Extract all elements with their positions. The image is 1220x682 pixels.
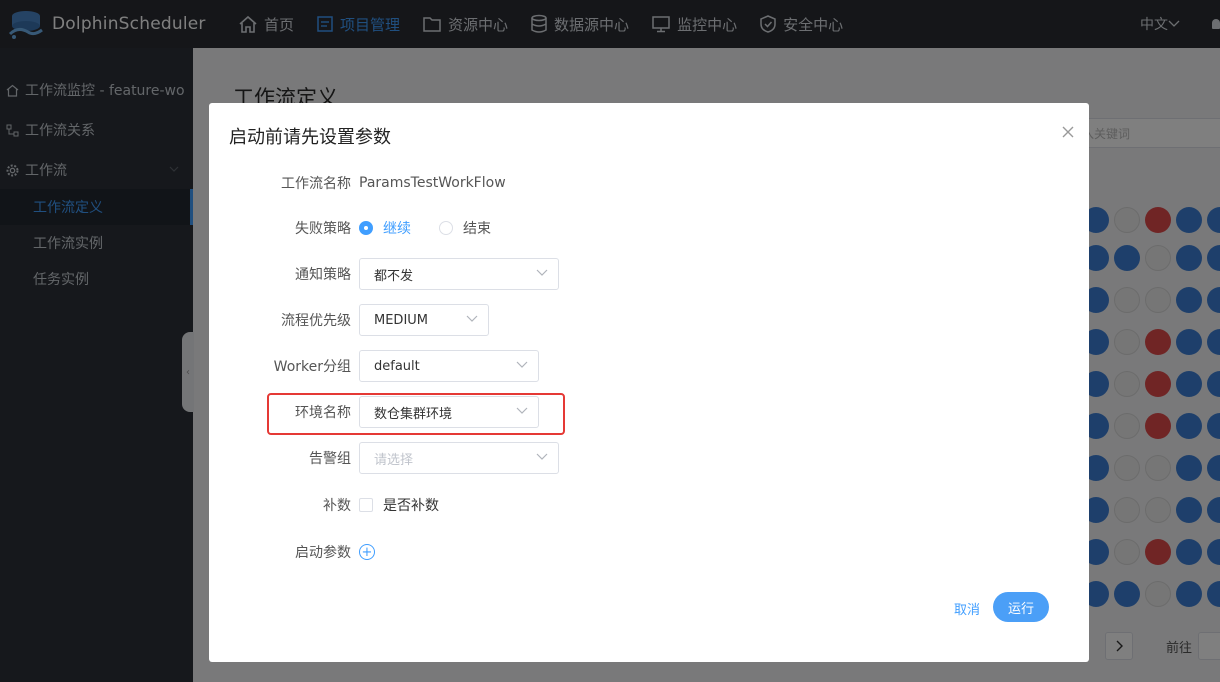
startup-params-row: 启动参数 + xyxy=(209,536,1089,568)
select-value: default xyxy=(374,358,420,374)
priority-select[interactable]: MEDIUM xyxy=(359,304,489,336)
close-icon[interactable] xyxy=(1061,125,1075,139)
workflow-name-label: 工作流名称 xyxy=(281,176,351,192)
failure-strategy-label: 失败策略 xyxy=(295,221,351,237)
chevron-down-icon xyxy=(536,269,548,276)
worker-group-row: Worker分组 default xyxy=(209,350,1089,382)
failure-strategy-row: 失败策略 继续 结束 xyxy=(209,212,1089,244)
alert-group-select[interactable]: 请选择 xyxy=(359,442,559,474)
complement-label: 补数 xyxy=(323,498,351,514)
complement-checkbox[interactable]: 是否补数 xyxy=(359,495,439,515)
select-value: MEDIUM xyxy=(374,312,429,328)
failure-continue-radio[interactable]: 继续 xyxy=(359,218,411,238)
chevron-down-icon xyxy=(466,315,478,322)
environment-row: 环境名称 数仓集群环境 xyxy=(209,396,1089,428)
environment-select[interactable]: 数仓集群环境 xyxy=(359,396,539,428)
run-button[interactable]: 运行 xyxy=(993,592,1049,622)
priority-label: 流程优先级 xyxy=(281,313,351,329)
select-value: 都不发 xyxy=(374,268,414,284)
radio-label: 结束 xyxy=(463,221,491,237)
complement-row: 补数 是否补数 xyxy=(209,489,1089,521)
cancel-button[interactable]: 取消 xyxy=(954,599,980,618)
startup-params-label: 启动参数 xyxy=(295,545,351,561)
failure-end-radio[interactable]: 结束 xyxy=(439,218,491,238)
checkbox-label: 是否补数 xyxy=(383,498,439,514)
radio-unchecked-icon xyxy=(439,221,453,235)
alert-group-label: 告警组 xyxy=(309,451,351,467)
start-params-dialog: 启动前请先设置参数 工作流名称 ParamsTestWorkFlow 失败策略 … xyxy=(209,103,1089,662)
workflow-name-value: ParamsTestWorkFlow xyxy=(359,175,506,191)
chevron-down-icon xyxy=(516,361,528,368)
worker-group-label: Worker分组 xyxy=(273,359,351,375)
dialog-title: 启动前请先设置参数 xyxy=(229,127,391,148)
select-placeholder: 请选择 xyxy=(374,452,414,468)
alert-group-row: 告警组 请选择 xyxy=(209,442,1089,474)
add-param-icon[interactable]: + xyxy=(359,544,375,560)
checkbox-icon xyxy=(359,498,373,512)
radio-label: 继续 xyxy=(383,221,411,237)
notify-strategy-select[interactable]: 都不发 xyxy=(359,258,559,290)
chevron-down-icon xyxy=(536,453,548,460)
select-value: 数仓集群环境 xyxy=(374,406,453,422)
workflow-name-row: 工作流名称 ParamsTestWorkFlow xyxy=(209,167,1089,199)
radio-checked-icon xyxy=(359,221,373,235)
worker-group-select[interactable]: default xyxy=(359,350,539,382)
priority-row: 流程优先级 MEDIUM xyxy=(209,304,1089,336)
notify-strategy-row: 通知策略 都不发 xyxy=(209,258,1089,290)
environment-label: 环境名称 xyxy=(295,405,351,421)
chevron-down-icon xyxy=(516,407,528,414)
notify-strategy-label: 通知策略 xyxy=(295,267,351,283)
